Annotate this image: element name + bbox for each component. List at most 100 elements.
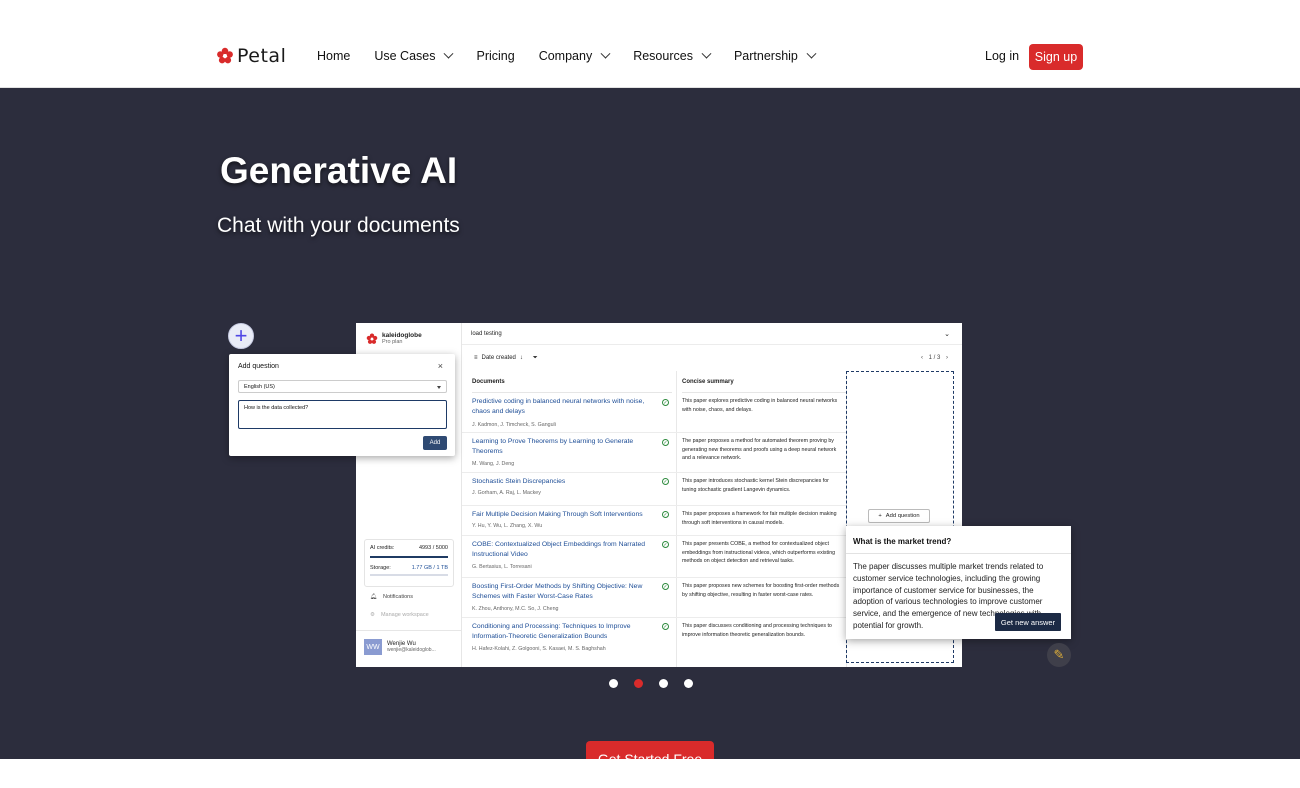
- check-icon: ✓: [662, 399, 669, 406]
- nav-company[interactable]: Company: [538, 48, 611, 63]
- brand-name: Petal: [237, 45, 287, 67]
- app-toolbar: ≡ Date created ↓ ⏷ ‹ 1 / 3 ›: [462, 352, 962, 366]
- table-row: Learning to Prove Theorems by Learning t…: [462, 433, 846, 473]
- sidebar-divider: [356, 630, 462, 631]
- get-new-answer-button: Get new answer: [995, 613, 1061, 631]
- brand-logo[interactable]: Petal: [216, 45, 286, 67]
- check-icon: ✓: [662, 439, 669, 446]
- sort-icon: ≡: [474, 355, 478, 361]
- workspace-name: kaleidoglobe: [382, 332, 422, 339]
- carousel-dots: [609, 679, 693, 688]
- add-button: Add: [423, 436, 447, 450]
- nav-home-label: Home: [317, 49, 351, 63]
- nav-company-label: Company: [538, 49, 593, 63]
- get-started-button[interactable]: Get Started Free: [586, 741, 714, 759]
- pager: ‹ 1 / 3 ›: [921, 355, 948, 361]
- storage-bar: [370, 574, 448, 576]
- language-select: English (US): [238, 380, 447, 393]
- user-email: wenjie@kaleidoglob...: [387, 647, 436, 653]
- manage-workspace-label: Manage workspace: [380, 612, 429, 618]
- carousel-dot-2[interactable]: [634, 679, 643, 688]
- search-query: load testing: [471, 331, 502, 337]
- doc-title: Boosting First-Order Methods by Shifting…: [472, 583, 643, 600]
- plus-icon: +: [228, 323, 254, 349]
- notifications-link: 🔔︎ Notifications: [370, 594, 413, 600]
- workspace-switcher: kaleidoglobe Pro plan: [366, 332, 422, 345]
- col-documents: Documents: [472, 371, 672, 393]
- table-row: Predictive coding in balanced neural net…: [462, 393, 846, 433]
- nav-home[interactable]: Home: [317, 49, 350, 63]
- panel-title: Add question: [238, 363, 279, 370]
- doc-title: Learning to Prove Theorems by Learning t…: [472, 438, 634, 455]
- top-navbar: Petal Home Use Cases Pricing Company Res…: [0, 0, 1300, 88]
- credits-value: 4993 / 5000: [418, 545, 448, 551]
- check-icon: ✓: [662, 541, 669, 548]
- chevron-down-icon: [444, 48, 454, 59]
- doc-summary: This paper discusses conditioning and pr…: [682, 623, 832, 638]
- add-question-label: Add question: [885, 513, 920, 519]
- nav-pricing-label: Pricing: [476, 49, 515, 63]
- nav-resources-label: Resources: [633, 49, 693, 63]
- hero-subtitle: Chat with your documents: [217, 214, 460, 237]
- doc-authors: J. Gorham, A. Raj, L. Mackey: [472, 490, 541, 496]
- close-icon: ×: [437, 361, 443, 371]
- chevron-right-icon: ›: [946, 355, 948, 361]
- nav-pricing[interactable]: Pricing: [476, 49, 514, 63]
- check-icon: ✓: [662, 478, 669, 485]
- divider: [846, 553, 1071, 554]
- carousel-dot-3[interactable]: [659, 679, 668, 688]
- workspace-plan: Pro plan: [382, 339, 403, 345]
- storage-value: 1.77 GB / 1 TB: [411, 565, 448, 571]
- storage-label: Storage:: [370, 565, 391, 571]
- login-link[interactable]: Log in: [985, 49, 1019, 63]
- col-summary: Concise summary: [682, 371, 846, 393]
- pencil-icon: ✎: [1047, 643, 1071, 667]
- nav-resources[interactable]: Resources: [633, 48, 712, 63]
- nav-use-cases-label: Use Cases: [374, 49, 436, 63]
- sort-label: Date created: [481, 355, 516, 361]
- petal-logo-icon: [217, 47, 233, 64]
- credits-bar: [370, 556, 448, 558]
- chevron-down-icon: [600, 48, 611, 59]
- question-input: How is the data collected?: [238, 400, 447, 429]
- doc-authors: G. Bertasius, L. Torresani: [472, 564, 532, 570]
- doc-summary: This paper presents COBE, a method for c…: [682, 541, 836, 564]
- doc-title: COBE: Contextualized Object Embeddings f…: [472, 541, 646, 558]
- doc-authors: H. Hafez-Kolahi, Z. Golgooni, S. Kasaei,…: [472, 646, 606, 652]
- hero-title: Generative AI: [220, 150, 458, 191]
- check-icon: ✓: [662, 511, 669, 518]
- doc-authors: M. Wang, J. Deng: [472, 461, 515, 467]
- doc-authors: Y. Hu, Y. Wu, L. Zhang, X. Wu: [472, 523, 543, 529]
- chevron-down-icon: [701, 48, 712, 59]
- doc-summary: This paper proposes a framework for fair…: [682, 511, 837, 526]
- chevron-left-icon: ‹: [920, 355, 923, 361]
- doc-title: Fair Multiple Decision Making Through So…: [472, 511, 643, 518]
- carousel-dot-1[interactable]: [609, 679, 618, 688]
- add-question-button: + Add question: [868, 509, 930, 523]
- usage-card: AI credits: 4993 / 5000 Storage: 1.77 GB /…: [364, 539, 454, 587]
- doc-title: Predictive coding in balanced neural net…: [472, 398, 645, 415]
- doc-summary: This paper explores predictive coding in…: [682, 398, 838, 413]
- filter-icon: ⏷: [532, 355, 538, 361]
- check-icon: ✓: [662, 583, 669, 590]
- manage-workspace-link: ⚙ Manage workspace: [370, 612, 429, 618]
- doc-summary: This paper proposes new schemes for boos…: [682, 583, 840, 598]
- answer-question: What is the market trend?: [853, 537, 952, 546]
- table-row: Stochastic Stein Discrepancies ✓ J. Gorh…: [462, 473, 846, 506]
- main-nav: Home Use Cases Pricing Company Resources…: [317, 48, 839, 63]
- chevron-down-icon: [806, 48, 817, 59]
- pager-label: 1 / 3: [928, 355, 941, 361]
- hero-section: Generative AI Chat with your documents k…: [0, 88, 1300, 759]
- answer-panel: What is the market trend? The paper disc…: [846, 526, 1071, 639]
- doc-summary: This paper introduces stochastic kernel …: [682, 478, 829, 493]
- signup-button[interactable]: Sign up: [1029, 44, 1083, 70]
- carousel-dot-4[interactable]: [684, 679, 693, 688]
- doc-summary: The paper proposes a method for automate…: [682, 438, 837, 461]
- credits-label: AI credits:: [370, 545, 395, 551]
- nav-partnership[interactable]: Partnership: [734, 48, 817, 63]
- nav-use-cases[interactable]: Use Cases: [374, 48, 454, 63]
- petal-logo-icon: [366, 333, 378, 344]
- doc-authors: J. Kadmon, J. Timcheck, S. Ganguli: [472, 422, 556, 428]
- add-question-panel: Add question × English (US) How is the d…: [229, 354, 455, 456]
- table-row: Fair Multiple Decision Making Through So…: [462, 506, 846, 536]
